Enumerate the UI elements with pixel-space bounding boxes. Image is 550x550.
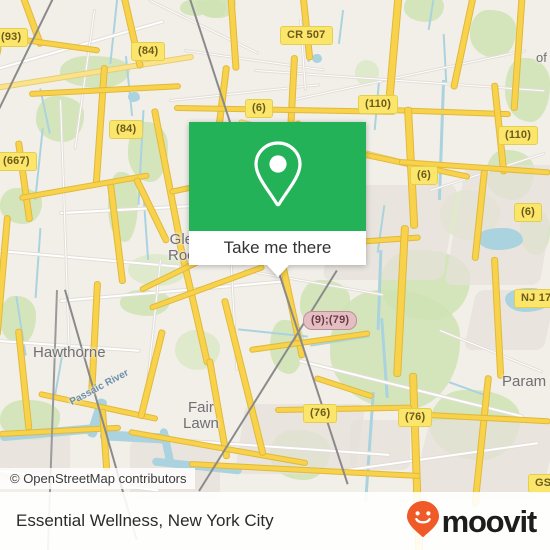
stream — [34, 228, 42, 298]
road-shield[interactable]: (667) — [0, 152, 37, 171]
map-attribution[interactable]: © OpenStreetMap contributors — [0, 468, 195, 489]
primary-road — [0, 46, 1, 145]
take-me-there-label: Take me there — [223, 238, 332, 257]
moovit-logo[interactable]: moovit — [406, 500, 538, 543]
landuse-green — [404, 0, 444, 22]
road-shield[interactable]: GSP — [528, 474, 550, 493]
stream — [437, 79, 446, 201]
place-label-partial-of: of — [536, 50, 547, 65]
road-shield[interactable]: (6) — [245, 99, 274, 118]
road-shield[interactable]: NJ 17 — [514, 289, 550, 308]
place-title: Essential Wellness, New York City — [16, 511, 274, 530]
place-label-paramus: Param — [502, 373, 547, 390]
landuse-green — [470, 10, 516, 58]
moovit-map-screen: Hawthorne Fair Lawn Gle Roc Param of Pas… — [0, 0, 550, 550]
road-shield[interactable]: (84) — [131, 42, 166, 61]
pond — [477, 228, 523, 250]
road-shield[interactable]: (110) — [498, 126, 539, 145]
moovit-wordmark: moovit — [441, 503, 538, 539]
place-label-line: Fair — [188, 399, 214, 416]
popup-image — [189, 122, 366, 231]
road-shield[interactable]: (76) — [398, 408, 433, 427]
popup-pointer — [266, 265, 289, 277]
place-label-fair-lawn: Fair Lawn — [183, 400, 219, 432]
moovit-pin-icon — [406, 500, 440, 543]
road-shield[interactable]: (93) — [0, 28, 29, 47]
pond — [128, 92, 140, 102]
take-me-there-button[interactable]: Take me there — [189, 231, 366, 265]
map-pin-icon — [250, 139, 306, 214]
map-popup-card[interactable]: Take me there — [189, 122, 366, 277]
place-label-hawthorne: Hawthorne — [33, 344, 106, 361]
minor-road — [254, 70, 545, 92]
road-shield[interactable]: CR 507 — [280, 26, 333, 45]
stream — [337, 10, 345, 44]
primary-road — [134, 177, 170, 243]
road-shield[interactable]: (76) — [303, 404, 338, 423]
road-shield[interactable]: (6) — [514, 203, 543, 222]
road-shield[interactable]: (110) — [358, 95, 399, 114]
place-label-line: Lawn — [183, 414, 219, 432]
road-shield[interactable]: (6) — [410, 166, 439, 185]
pond — [312, 54, 322, 63]
stream — [109, 0, 119, 64]
road-shield[interactable]: (84) — [109, 120, 144, 139]
stream — [442, 33, 448, 85]
bottom-bar: Essential Wellness, New York City moovit — [0, 492, 550, 550]
primary-road — [288, 56, 297, 127]
motorway — [385, 0, 402, 111]
primary-road — [228, 0, 239, 70]
landuse-green-light — [175, 330, 220, 370]
road-shield-motorway[interactable]: (9);(79) — [303, 311, 358, 330]
